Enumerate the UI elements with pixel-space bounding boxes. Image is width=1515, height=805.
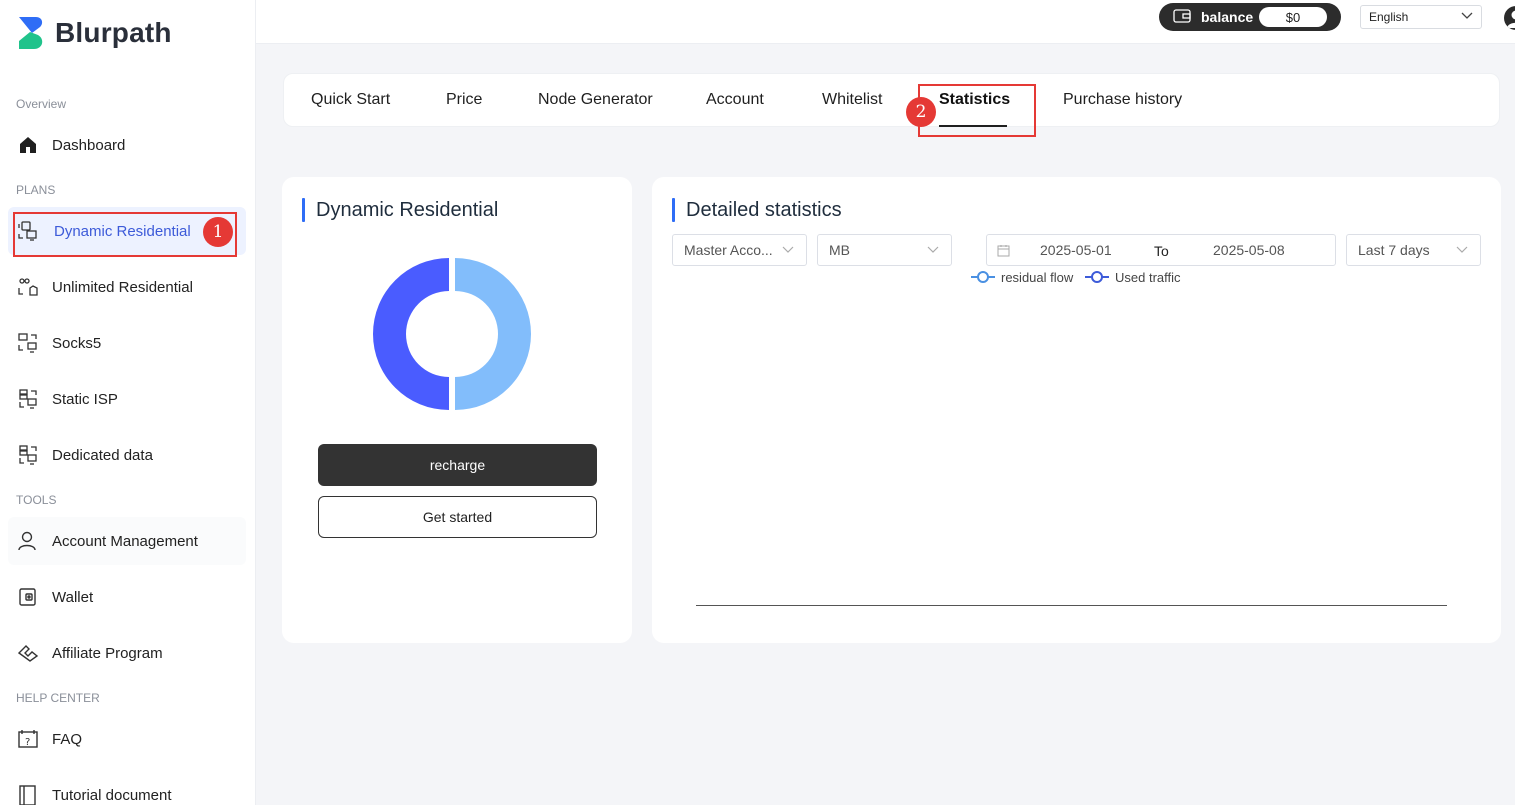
wallet-icon bbox=[16, 585, 40, 609]
wallet-icon bbox=[1173, 8, 1191, 27]
svg-text:?: ? bbox=[25, 737, 30, 748]
sidebar-item-label: Dedicated data bbox=[52, 446, 153, 464]
donut-segment-right bbox=[455, 258, 531, 410]
language-value: English bbox=[1369, 10, 1409, 24]
plan-card-title-text: Dynamic Residential bbox=[316, 198, 499, 221]
title-accent-bar bbox=[672, 198, 675, 222]
period-select-value: Last 7 days bbox=[1358, 242, 1430, 258]
avatar[interactable] bbox=[1504, 6, 1515, 30]
sidebar-item-wallet[interactable]: Wallet bbox=[8, 573, 246, 621]
top-header: balance $0 English bbox=[256, 0, 1515, 44]
date-separator: To bbox=[1154, 243, 1169, 259]
unit-select-value: MB bbox=[829, 242, 850, 258]
sidebar-item-label: Wallet bbox=[52, 588, 94, 606]
section-tools: TOOLS bbox=[16, 493, 57, 507]
annotation-badge-1: 1 bbox=[203, 217, 233, 247]
account-select-value: Master Acco... bbox=[684, 242, 773, 258]
sidebar-item-label: Tutorial document bbox=[52, 786, 172, 804]
sidebar-item-affiliate-program[interactable]: Affiliate Program bbox=[8, 629, 246, 677]
start-date[interactable]: 2025-05-01 bbox=[1040, 242, 1112, 258]
language-select[interactable]: English bbox=[1360, 5, 1482, 29]
sidebar-item-label: Unlimited Residential bbox=[52, 278, 193, 296]
tab-price[interactable]: Price bbox=[446, 73, 482, 127]
annotation-badge-2: 2 bbox=[906, 97, 936, 127]
sidebar-item-label: Account Management bbox=[52, 532, 198, 550]
sidebar-item-tutorial-document[interactable]: Tutorial document bbox=[8, 771, 246, 805]
unlimited-residential-icon bbox=[16, 275, 40, 299]
chevron-down-icon bbox=[927, 246, 939, 253]
logo-icon bbox=[19, 17, 43, 49]
balance-widget[interactable]: balance $0 bbox=[1159, 3, 1341, 31]
faq-icon: ? bbox=[16, 727, 40, 751]
document-icon bbox=[16, 783, 40, 805]
statistics-card-title-text: Detailed statistics bbox=[686, 198, 842, 221]
account-select[interactable]: Master Acco... bbox=[672, 234, 807, 266]
chevron-down-icon bbox=[782, 246, 794, 253]
dedicated-data-icon bbox=[16, 443, 40, 467]
sidebar-item-account-management[interactable]: Account Management bbox=[8, 517, 246, 565]
tab-purchase-history[interactable]: Purchase history bbox=[1063, 73, 1182, 127]
legend-item-used-traffic[interactable]: Used traffic bbox=[1085, 269, 1181, 285]
sidebar-item-faq[interactable]: ? FAQ bbox=[8, 715, 246, 763]
sidebar-item-label: Static ISP bbox=[52, 390, 118, 408]
balance-label: balance bbox=[1201, 9, 1254, 25]
plan-card-title: Dynamic Residential bbox=[302, 198, 498, 222]
sidebar-item-label: Socks5 bbox=[52, 334, 102, 352]
chart-x-axis bbox=[696, 605, 1447, 606]
socks5-icon bbox=[16, 331, 40, 355]
unit-select[interactable]: MB bbox=[817, 234, 952, 266]
brand-logo[interactable]: Blurpath bbox=[16, 14, 172, 52]
usage-donut-chart bbox=[373, 258, 531, 410]
tab-node-generator[interactable]: Node Generator bbox=[538, 73, 653, 127]
recharge-button[interactable]: recharge bbox=[318, 444, 597, 486]
sidebar-item-label: Affiliate Program bbox=[52, 644, 163, 662]
sidebar-item-unlimited-residential[interactable]: Unlimited Residential bbox=[8, 263, 246, 311]
legend-label: residual flow bbox=[1001, 269, 1074, 285]
period-select[interactable]: Last 7 days bbox=[1346, 234, 1481, 266]
calendar-icon bbox=[997, 245, 1010, 257]
section-plans: PLANS bbox=[16, 183, 56, 197]
donut-segment-left bbox=[373, 258, 449, 410]
sidebar: Blurpath Overview Dashboard PLANS Dynami… bbox=[0, 0, 256, 805]
handshake-icon bbox=[16, 641, 40, 665]
sidebar-item-label: Dashboard bbox=[52, 136, 126, 154]
static-isp-icon bbox=[16, 387, 40, 411]
sidebar-item-static-isp[interactable]: Static ISP bbox=[8, 375, 246, 423]
legend-marker-icon bbox=[971, 271, 995, 283]
balance-value: $0 bbox=[1259, 7, 1327, 27]
home-icon bbox=[16, 133, 40, 157]
get-started-button[interactable]: Get started bbox=[318, 496, 597, 538]
sidebar-item-dedicated-data[interactable]: Dedicated data bbox=[8, 431, 246, 479]
tab-account[interactable]: Account bbox=[706, 73, 764, 127]
sidebar-item-dashboard[interactable]: Dashboard bbox=[8, 121, 246, 169]
tab-quick-start[interactable]: Quick Start bbox=[311, 73, 390, 127]
legend-marker-icon bbox=[1085, 271, 1109, 283]
section-help-center: HELP CENTER bbox=[16, 691, 100, 705]
chevron-down-icon bbox=[1456, 246, 1468, 253]
title-accent-bar bbox=[302, 198, 305, 222]
tab-whitelist[interactable]: Whitelist bbox=[822, 73, 882, 127]
date-range-picker[interactable]: 2025-05-01 To 2025-05-08 bbox=[986, 234, 1336, 266]
user-icon bbox=[16, 529, 40, 553]
statistics-card-title: Detailed statistics bbox=[672, 198, 842, 222]
legend-label: Used traffic bbox=[1115, 269, 1181, 285]
sidebar-item-socks5[interactable]: Socks5 bbox=[8, 319, 246, 367]
end-date[interactable]: 2025-05-08 bbox=[1213, 242, 1285, 258]
legend-item-residual-flow[interactable]: residual flow bbox=[971, 269, 1073, 285]
brand-name: Blurpath bbox=[55, 17, 172, 48]
section-overview: Overview bbox=[16, 97, 67, 111]
sidebar-item-label: FAQ bbox=[52, 730, 83, 748]
chevron-down-icon bbox=[1461, 12, 1473, 19]
